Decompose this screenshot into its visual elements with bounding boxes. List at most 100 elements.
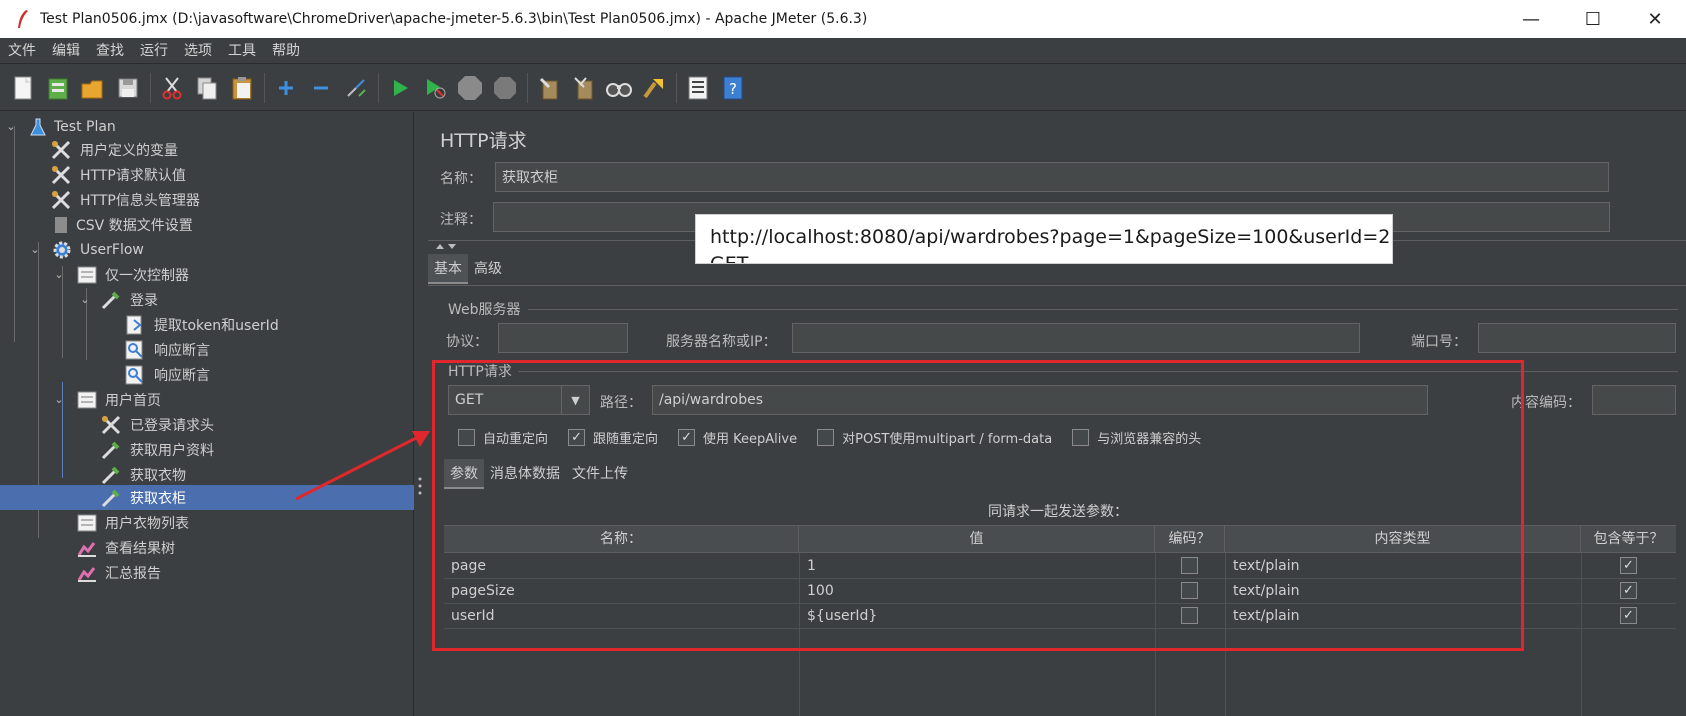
collapse-arrow-icon[interactable]: ⌄ (52, 268, 66, 282)
copy-icon[interactable] (192, 72, 222, 104)
menu-search[interactable]: 查找 (88, 38, 132, 64)
name-field[interactable]: 获取衣柜 (495, 162, 1609, 192)
tree-node-login[interactable]: ⌄ 登录 (0, 287, 414, 312)
tab-basic[interactable]: 基本 (428, 254, 468, 284)
menu-run[interactable]: 运行 (132, 38, 176, 64)
config-icon (50, 189, 72, 211)
gear-icon (51, 239, 73, 261)
protocol-label: 协议： (446, 334, 488, 350)
menu-tools[interactable]: 工具 (220, 38, 264, 64)
name-label: 名称： (440, 171, 482, 187)
expand-icon[interactable] (271, 72, 301, 104)
minimize-button[interactable]: — (1500, 0, 1562, 38)
start-icon[interactable] (385, 72, 415, 104)
cut-icon[interactable] (157, 72, 187, 104)
help-icon[interactable]: ? (718, 72, 748, 104)
stop-icon[interactable] (455, 72, 485, 104)
assertion-icon (124, 364, 146, 386)
window-title: Test Plan0506.jmx (D:\javasoftware\Chrom… (40, 11, 868, 27)
function-helper-icon[interactable] (683, 72, 713, 104)
menu-edit[interactable]: 编辑 (44, 38, 88, 64)
tree-node-results-tree[interactable]: 查看结果树 (0, 535, 414, 560)
comment-label: 注释： (440, 212, 482, 228)
file-icon (50, 214, 72, 236)
port-field[interactable] (1478, 323, 1676, 353)
open-icon[interactable] (78, 72, 108, 104)
web-server-group-label: Web服务器 (448, 302, 521, 318)
collapse-arrow-icon[interactable]: ⌄ (52, 393, 66, 407)
collapse-toggle-icon[interactable] (434, 242, 458, 250)
tree-node-userflow[interactable]: ⌄ UserFlow (0, 237, 414, 262)
tree-node-test-plan[interactable]: ⌄ Test Plan (0, 114, 414, 139)
maximize-button[interactable]: ☐ (1562, 0, 1624, 38)
paste-icon[interactable] (227, 72, 257, 104)
panel-title: HTTP请求 (440, 130, 527, 152)
tooltip-url: http://localhost:8080/api/wardrobes?page… (710, 226, 1393, 248)
controller-icon (76, 389, 98, 411)
tree-node-http-defaults[interactable]: HTTP请求默认值 (0, 162, 414, 187)
svg-text:?: ? (729, 80, 737, 98)
include-equals-checkbox[interactable]: ✓ (1620, 582, 1637, 599)
title-bar: Test Plan0506.jmx (D:\javasoftware\Chrom… (0, 0, 1686, 38)
shutdown-icon[interactable] (490, 72, 520, 104)
clear-all-icon[interactable] (569, 72, 599, 104)
include-equals-checkbox[interactable]: ✓ (1620, 557, 1637, 574)
config-icon (50, 164, 72, 186)
main-tabs: 基本 高级 (428, 254, 508, 284)
tooltip-method: GET (710, 253, 749, 264)
tree-node-user-variables[interactable]: 用户定义的变量 (0, 137, 414, 162)
controller-icon (76, 512, 98, 534)
tree-node-extract-token[interactable]: 提取token和userId (0, 312, 414, 337)
annotation-arrow-icon (295, 431, 430, 501)
save-icon[interactable] (113, 72, 143, 104)
tree-node-summary-report[interactable]: 汇总报告 (0, 560, 414, 585)
controller-icon (76, 264, 98, 286)
new-icon[interactable] (8, 72, 38, 104)
port-label: 端口号： (1411, 334, 1467, 350)
search-icon[interactable] (604, 72, 634, 104)
protocol-field[interactable] (498, 323, 628, 353)
menu-options[interactable]: 选项 (176, 38, 220, 64)
tree-node-user-home[interactable]: ⌄ 用户首页 (0, 387, 414, 412)
col-include-equals[interactable]: 包含等于？ (1581, 526, 1676, 553)
assertion-icon (124, 339, 146, 361)
pipette-icon (100, 487, 122, 509)
toggle-icon[interactable] (341, 72, 371, 104)
menu-bar: 文件 编辑 查找 运行 选项 工具 帮助 (0, 38, 1686, 64)
collapse-icon[interactable] (306, 72, 336, 104)
url-tooltip: http://localhost:8080/api/wardrobes?page… (695, 214, 1393, 264)
config-icon (100, 414, 122, 436)
close-button[interactable]: ✕ (1624, 0, 1686, 38)
collapse-arrow-icon[interactable]: ⌄ (28, 243, 42, 257)
jmeter-feather-icon (12, 8, 34, 30)
tree-node-header-manager[interactable]: HTTP信息头管理器 (0, 187, 414, 212)
menu-help[interactable]: 帮助 (264, 38, 308, 64)
tree-node-once-controller[interactable]: ⌄ 仅一次控制器 (0, 262, 414, 287)
pipette-icon (100, 289, 122, 311)
pipette-icon (100, 464, 122, 486)
clear-icon[interactable] (534, 72, 564, 104)
extractor-icon (124, 314, 146, 336)
tab-advanced[interactable]: 高级 (468, 254, 508, 284)
tree-node-assertion-2[interactable]: 响应断言 (0, 362, 414, 387)
reset-search-icon[interactable] (639, 72, 669, 104)
pipette-icon (100, 439, 122, 461)
collapse-arrow-icon[interactable]: ⌄ (4, 120, 18, 134)
tree-node-assertion-1[interactable]: 响应断言 (0, 337, 414, 362)
server-field[interactable] (792, 323, 1360, 353)
toolbar: ? (0, 65, 1686, 111)
config-icon (50, 139, 72, 161)
encoding-field[interactable] (1592, 385, 1676, 415)
include-equals-checkbox[interactable]: ✓ (1620, 607, 1637, 624)
tree-node-csv-dataset[interactable]: CSV 数据文件设置 (0, 212, 414, 237)
menu-file[interactable]: 文件 (0, 38, 44, 64)
server-label: 服务器名称或IP： (666, 334, 777, 350)
templates-icon[interactable] (43, 72, 73, 104)
listener-icon (76, 562, 98, 584)
flask-icon (27, 116, 49, 138)
test-plan-tree: ⌄ Test Plan 用户定义的变量 HTTP请求默认值 HTTP信息头管理器… (0, 112, 414, 716)
collapse-arrow-icon[interactable]: ⌄ (78, 293, 92, 307)
panel-splitter[interactable] (414, 112, 426, 716)
tree-node-clothes-list[interactable]: 用户衣物列表 (0, 510, 414, 535)
start-no-pause-icon[interactable] (420, 72, 450, 104)
